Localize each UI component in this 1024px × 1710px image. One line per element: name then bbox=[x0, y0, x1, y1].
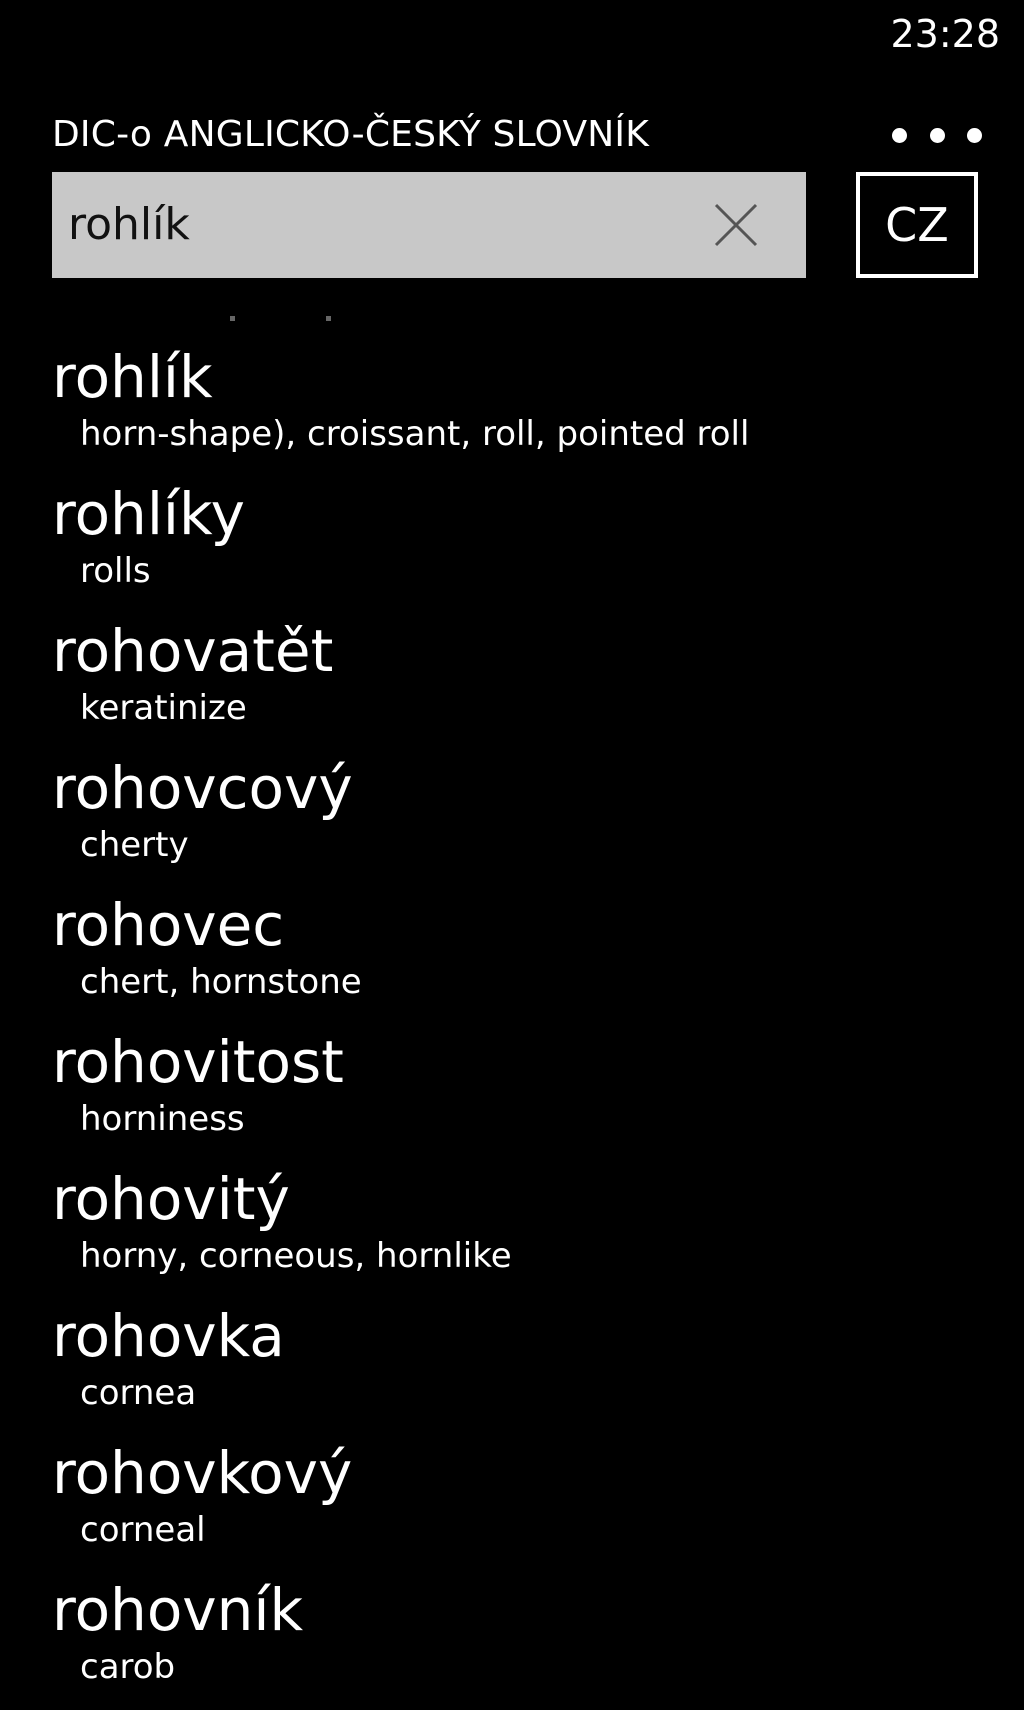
list-item[interactable]: rohovec chert, hornstone bbox=[52, 888, 982, 1025]
list-item[interactable]: rohovcový cherty bbox=[52, 751, 982, 888]
clear-search-button[interactable] bbox=[706, 195, 766, 255]
result-translation: corneal bbox=[80, 1510, 206, 1550]
list-item[interactable]: rohovkový corneal bbox=[52, 1436, 982, 1573]
result-word: rohovitý bbox=[52, 1165, 290, 1233]
ellipsis-icon bbox=[892, 127, 907, 143]
result-translation: rolls bbox=[80, 551, 151, 591]
search-input[interactable] bbox=[68, 172, 668, 278]
result-translation: keratinize bbox=[80, 688, 247, 728]
result-translation: horn-shape), croissant, roll, pointed ro… bbox=[80, 414, 750, 454]
result-word: rohlík bbox=[52, 343, 213, 411]
language-toggle-button[interactable]: CZ bbox=[856, 172, 978, 278]
result-translation: carob bbox=[80, 1647, 176, 1687]
status-time: 23:28 bbox=[890, 12, 1000, 56]
more-options-button[interactable] bbox=[892, 110, 982, 160]
result-word: rohovník bbox=[52, 1576, 304, 1644]
results-list: rohlík horn-shape), croissant, roll, poi… bbox=[52, 340, 982, 1710]
list-item[interactable]: rohovník carob bbox=[52, 1573, 982, 1710]
search-row: CZ bbox=[52, 172, 978, 278]
ellipsis-icon bbox=[929, 127, 945, 143]
search-box bbox=[52, 172, 806, 278]
result-word: rohovka bbox=[52, 1302, 285, 1370]
status-bar: 23:28 bbox=[0, 0, 1024, 80]
result-translation: cherty bbox=[80, 825, 189, 865]
result-word: rohovcový bbox=[52, 754, 353, 822]
close-icon bbox=[714, 203, 758, 247]
ellipsis-icon bbox=[967, 127, 982, 143]
result-word: rohovatět bbox=[52, 617, 334, 685]
result-translation: chert, hornstone bbox=[80, 962, 362, 1002]
result-word: rohovkový bbox=[52, 1439, 353, 1507]
list-item[interactable]: rohovka cornea bbox=[52, 1299, 982, 1436]
result-translation: horniness bbox=[80, 1099, 245, 1139]
app-title: DIC-o ANGLICKO-ČESKÝ SLOVNÍK bbox=[52, 114, 650, 155]
list-item[interactable]: rohlík horn-shape), croissant, roll, poi… bbox=[52, 340, 982, 477]
result-translation: cornea bbox=[80, 1373, 197, 1413]
list-item[interactable]: rohovitý horny, corneous, hornlike bbox=[52, 1162, 982, 1299]
result-word: rohovitost bbox=[52, 1028, 344, 1096]
list-item[interactable]: rohlíky rolls bbox=[52, 477, 982, 614]
app-header: DIC-o ANGLICKO-ČESKÝ SLOVNÍK bbox=[52, 110, 982, 160]
result-word: rohlíky bbox=[52, 480, 245, 548]
list-item[interactable]: rohovatět keratinize bbox=[52, 614, 982, 751]
loading-indicator bbox=[230, 316, 340, 322]
result-word: rohovec bbox=[52, 891, 285, 959]
list-item[interactable]: rohovitost horniness bbox=[52, 1025, 982, 1162]
result-translation: horny, corneous, hornlike bbox=[80, 1236, 512, 1276]
